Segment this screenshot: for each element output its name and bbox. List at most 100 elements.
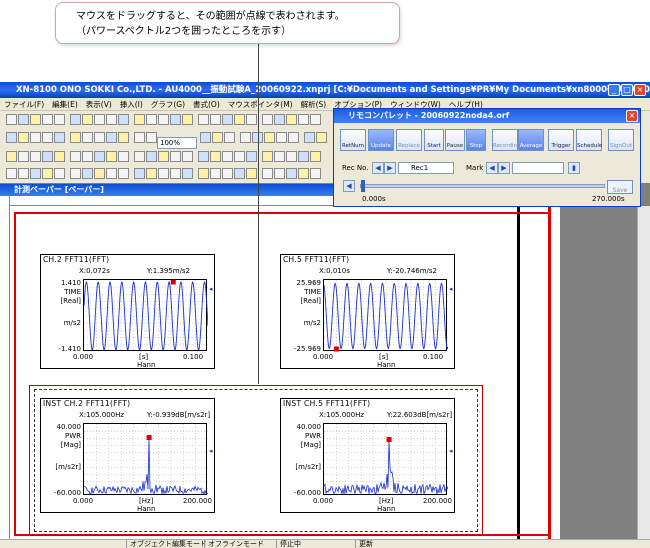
toolbar-button[interactable] <box>70 151 81 162</box>
toolbar-button[interactable] <box>82 151 93 162</box>
toolbar-button[interactable] <box>82 168 93 179</box>
toolbar-button[interactable] <box>146 132 157 143</box>
menu-item[interactable]: ファイル(F) <box>0 98 48 111</box>
menu-item[interactable]: グラフ(G) <box>147 98 189 111</box>
toolbar-button[interactable] <box>70 132 81 143</box>
toolbar-button[interactable] <box>212 132 223 143</box>
toolbar-button[interactable] <box>262 114 273 125</box>
toolbar-button[interactable] <box>158 151 169 162</box>
remote-button-signout[interactable]: SignOut <box>608 129 634 151</box>
level-marker-icon[interactable]: ◂ <box>449 285 453 293</box>
toolbar-button[interactable] <box>182 168 193 179</box>
toolbar-button[interactable] <box>6 151 17 162</box>
toolbar-button[interactable] <box>222 151 233 162</box>
remote-button-trigger[interactable]: Trigger <box>548 129 574 151</box>
toolbar-button[interactable] <box>54 114 65 125</box>
toolbar-button[interactable] <box>6 132 17 143</box>
toolbar-button[interactable] <box>170 168 181 179</box>
toolbar-button[interactable] <box>262 151 273 162</box>
toolbar-button[interactable] <box>170 114 181 125</box>
remote-button-recording[interactable]: Recording <box>492 129 521 151</box>
seek-start-button[interactable]: ◀ <box>343 180 355 192</box>
toolbar-button[interactable] <box>222 114 233 125</box>
toolbar-button[interactable] <box>210 151 221 162</box>
mark-set-button[interactable]: ▮ <box>568 162 580 174</box>
remote-button-start[interactable]: Start <box>424 129 444 151</box>
save-button[interactable]: Save <box>607 180 633 194</box>
toolbar-button[interactable] <box>210 168 221 179</box>
toolbar-button[interactable] <box>298 168 309 179</box>
toolbar-button[interactable] <box>198 114 209 125</box>
menu-item[interactable]: 解析(S) <box>297 98 331 111</box>
vertical-scrollbar[interactable] <box>637 206 650 539</box>
toolbar-button[interactable] <box>222 168 233 179</box>
rec-next-button[interactable]: ▶ <box>384 162 396 174</box>
menu-item[interactable]: 書式(O) <box>189 98 224 111</box>
toolbar-button[interactable] <box>286 151 297 162</box>
zoom-select[interactable]: 100% <box>157 137 197 149</box>
toolbar-button[interactable] <box>276 132 287 143</box>
toolbar-button[interactable] <box>134 151 145 162</box>
remote-button-retnum[interactable]: RetNum <box>340 129 366 151</box>
toolbar-button[interactable] <box>198 151 209 162</box>
menu-item[interactable]: 表示(V) <box>82 98 116 111</box>
toolbar-button[interactable] <box>70 168 81 179</box>
plot-area[interactable] <box>323 279 448 352</box>
toolbar-button[interactable] <box>18 132 29 143</box>
toolbar-button[interactable] <box>170 151 181 162</box>
toolbar-button[interactable] <box>146 151 157 162</box>
toolbar-button[interactable] <box>42 132 53 143</box>
toolbar-button[interactable] <box>286 114 297 125</box>
toolbar-button[interactable] <box>106 132 117 143</box>
toolbar-button[interactable] <box>94 132 105 143</box>
toolbar-button[interactable] <box>182 114 193 125</box>
toolbar-button[interactable] <box>94 114 105 125</box>
close-button[interactable]: × <box>634 84 646 96</box>
graph-panel[interactable]: INST CH.5 FFT11(FFT) X:105.000Hz Y:22.60… <box>280 398 455 513</box>
seek-slider-track[interactable] <box>360 184 605 188</box>
seek-slider-thumb[interactable] <box>361 180 365 192</box>
toolbar-button[interactable] <box>30 114 41 125</box>
toolbar-button[interactable] <box>134 114 145 125</box>
graph-panel[interactable]: CH.2 FFT11(FFT) X:0.072s Y:1.395m/s2 1.4… <box>40 254 215 369</box>
remote-button-pause[interactable]: Pause <box>445 129 465 151</box>
rec-prev-button[interactable]: ◀ <box>372 162 384 174</box>
level-marker-icon[interactable]: ◂ <box>209 447 213 455</box>
mark-select[interactable] <box>512 162 564 174</box>
toolbar-button[interactable] <box>18 114 29 125</box>
remote-button-average[interactable]: Average <box>518 129 544 151</box>
toolbar-button[interactable] <box>246 168 257 179</box>
toolbar-button[interactable] <box>234 114 245 125</box>
remote-close-button[interactable]: × <box>626 110 638 122</box>
mark-next-button[interactable]: ▶ <box>498 162 510 174</box>
remote-button-replace[interactable]: Replace <box>396 129 422 151</box>
mark-prev-button[interactable]: ◀ <box>486 162 498 174</box>
menu-item[interactable]: 挿入(I) <box>116 98 147 111</box>
toolbar-button[interactable] <box>18 151 29 162</box>
toolbar-button[interactable] <box>134 132 145 143</box>
toolbar-button[interactable] <box>274 168 285 179</box>
toolbar-button[interactable] <box>42 151 53 162</box>
level-marker-icon[interactable]: ◂ <box>449 447 453 455</box>
plot-area[interactable] <box>83 279 208 352</box>
toolbar-button[interactable] <box>134 168 145 179</box>
remote-button-stop[interactable]: Stop <box>466 129 486 151</box>
toolbar-button[interactable] <box>298 151 309 162</box>
plot-area[interactable] <box>83 423 208 496</box>
toolbar-button[interactable] <box>310 114 321 125</box>
minimize-button[interactable]: _ <box>608 84 620 96</box>
toolbar-button[interactable] <box>240 132 251 143</box>
toolbar-button[interactable] <box>118 114 129 125</box>
toolbar-button[interactable] <box>106 151 117 162</box>
toolbar-button[interactable] <box>246 114 257 125</box>
toolbar-button[interactable] <box>106 168 117 179</box>
level-marker-icon[interactable]: ◂ <box>209 285 213 293</box>
toolbar-button[interactable] <box>316 132 327 143</box>
toolbar-button[interactable] <box>298 114 309 125</box>
toolbar-button[interactable] <box>264 132 275 143</box>
toolbar-button[interactable] <box>118 168 129 179</box>
toolbar-button[interactable] <box>274 114 285 125</box>
toolbar-button[interactable] <box>234 151 245 162</box>
remote-button-update[interactable]: Update <box>368 129 394 151</box>
maximize-button[interactable]: □ <box>621 84 633 96</box>
